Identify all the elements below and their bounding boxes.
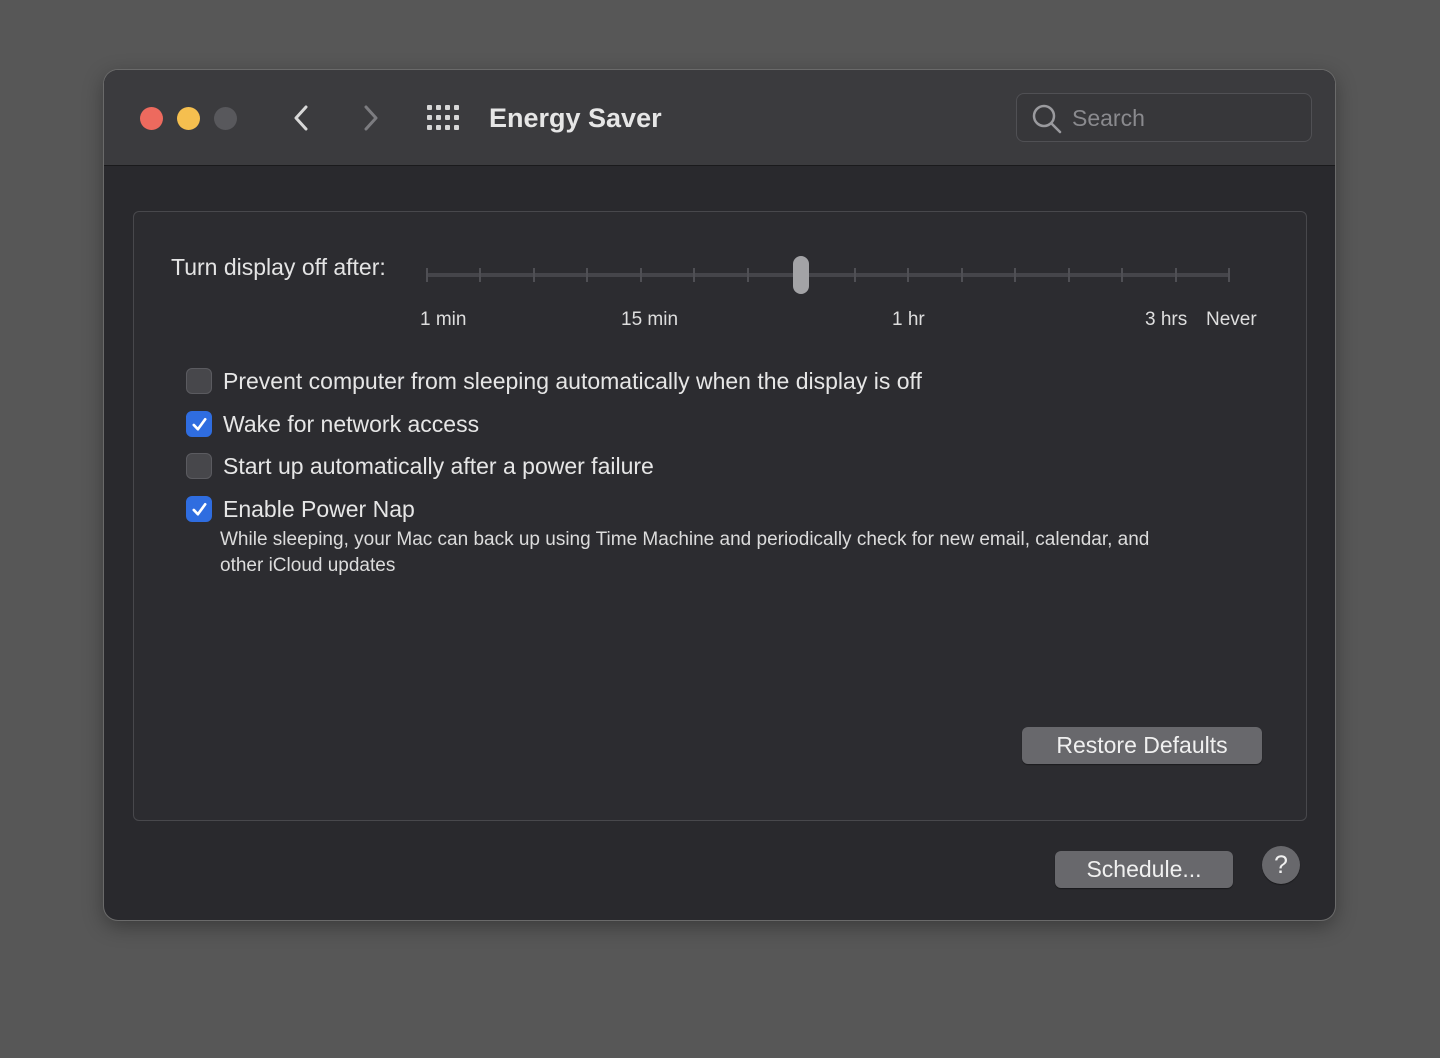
power-nap-description: While sleeping, your Mac can back up usi… xyxy=(220,529,1150,576)
search-icon xyxy=(1032,104,1062,134)
slider-tick xyxy=(693,268,695,282)
slider-tick xyxy=(533,268,535,282)
scale-label-1-hr: 1 hr xyxy=(892,309,925,330)
slider-tick xyxy=(1175,268,1177,282)
slider-tick xyxy=(747,268,749,282)
power-nap-label[interactable]: Enable Power Nap xyxy=(223,494,415,524)
wake-network-checkbox[interactable] xyxy=(186,411,212,437)
slider-tick xyxy=(854,268,856,282)
slider-tick xyxy=(640,268,642,282)
checkmark-icon xyxy=(192,502,207,516)
power-nap-checkbox[interactable] xyxy=(186,496,212,522)
prevent-sleep-checkbox[interactable] xyxy=(186,368,212,394)
checkmark-icon xyxy=(192,417,207,431)
forward-button[interactable] xyxy=(352,100,388,136)
zoom-window-button xyxy=(214,107,237,130)
scale-label-15-min: 15 min xyxy=(621,309,679,330)
slider-tick xyxy=(961,268,963,282)
slider-tick xyxy=(586,268,588,282)
schedule-button[interactable]: Schedule... xyxy=(1055,851,1233,888)
option-wake-network[interactable]: Wake for network access xyxy=(186,409,479,439)
slider-tick xyxy=(479,268,481,282)
scale-label-1-min: 1 min xyxy=(420,309,467,330)
option-prevent-sleep[interactable]: Prevent computer from sleeping automatic… xyxy=(186,366,922,396)
grid-icon xyxy=(427,105,459,130)
toolbar: Energy Saver xyxy=(104,70,1335,166)
energy-saver-window: Energy Saver Turn display off after: 1 m… xyxy=(104,70,1335,920)
slider-tick xyxy=(1068,268,1070,282)
back-button[interactable] xyxy=(284,100,320,136)
startup-power-failure-checkbox[interactable] xyxy=(186,453,212,479)
chevron-left-icon xyxy=(294,105,308,131)
option-power-nap[interactable]: Enable Power Nap xyxy=(186,494,415,524)
settings-panel: Turn display off after: 1 min 15 min 1 h… xyxy=(133,211,1307,821)
display-sleep-slider-track[interactable] xyxy=(427,273,1230,277)
restore-defaults-button[interactable]: Restore Defaults xyxy=(1022,727,1262,764)
close-window-button[interactable] xyxy=(140,107,163,130)
slider-tick xyxy=(907,268,909,282)
window-title: Energy Saver xyxy=(489,103,662,133)
show-all-button[interactable] xyxy=(426,104,462,132)
help-button[interactable]: ? xyxy=(1262,846,1300,884)
display-sleep-label: Turn display off after: xyxy=(171,254,386,280)
search-input[interactable] xyxy=(1072,100,1292,136)
scale-label-3-hrs: 3 hrs xyxy=(1145,309,1188,330)
slider-tick xyxy=(1121,268,1123,282)
chevron-right-icon xyxy=(364,105,378,131)
prevent-sleep-label[interactable]: Prevent computer from sleeping automatic… xyxy=(223,366,922,396)
slider-tick xyxy=(1228,268,1230,282)
search-field[interactable] xyxy=(1016,93,1312,142)
startup-power-failure-label[interactable]: Start up automatically after a power fai… xyxy=(223,451,654,481)
scale-label-never: Never xyxy=(1206,309,1257,330)
display-sleep-slider-thumb[interactable] xyxy=(793,256,809,294)
option-startup-power-failure[interactable]: Start up automatically after a power fai… xyxy=(186,451,654,481)
minimize-window-button[interactable] xyxy=(177,107,200,130)
slider-tick xyxy=(426,268,428,282)
slider-tick xyxy=(1014,268,1016,282)
wake-network-label[interactable]: Wake for network access xyxy=(223,409,479,439)
